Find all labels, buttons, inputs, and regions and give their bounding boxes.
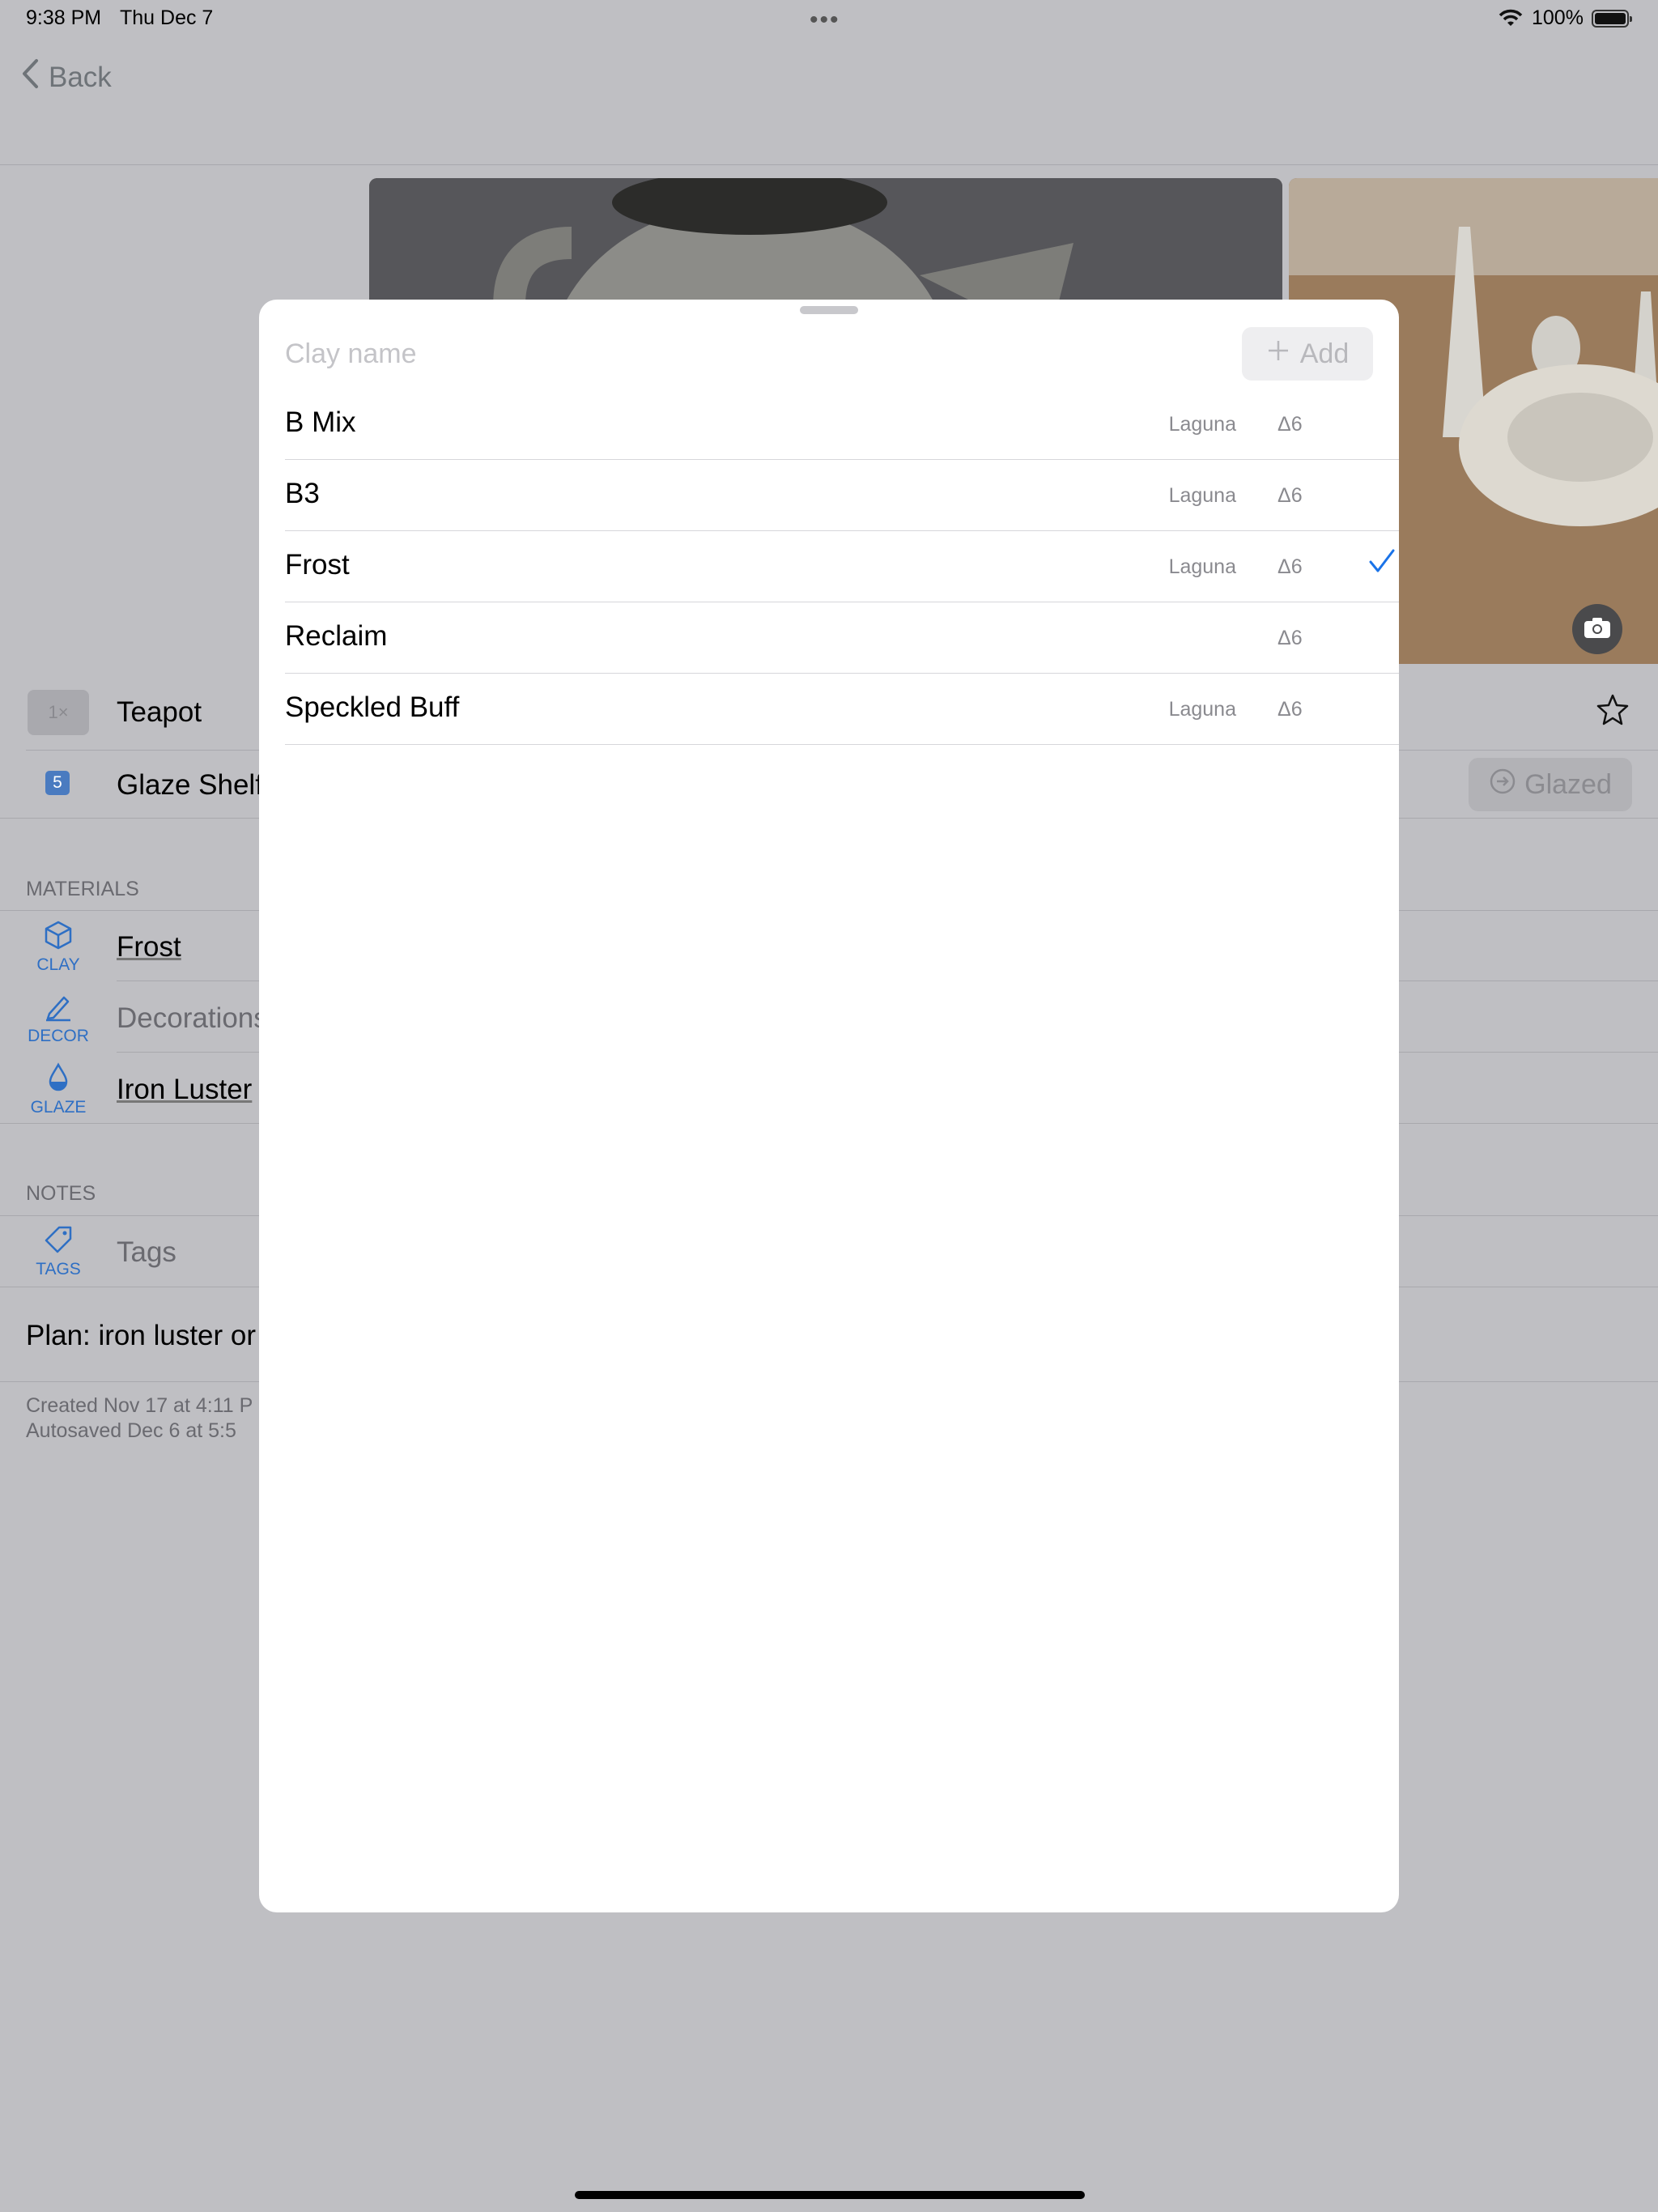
back-button[interactable]: Back [21,58,112,96]
decorations-value[interactable]: Decorations [117,1002,268,1035]
checkmark-icon [1368,547,1396,579]
clay-item-name: Reclaim [285,620,388,652]
glaze-icon-label: GLAZE [30,1098,87,1117]
piece-title[interactable]: Teapot [117,696,202,729]
pencil-icon [24,991,92,1022]
camera-button[interactable] [1572,604,1622,654]
clay-icon-label: CLAY [36,955,80,974]
glazed-label: Glazed [1524,768,1612,800]
multitasking-dots[interactable]: ••• [810,6,840,34]
status-bar: 9:38 PM Thu Dec 7 ••• 100% [0,0,1658,39]
clay-item-name: Frost [285,549,350,581]
clay-list-item-selected[interactable]: Frost Laguna Δ6 [285,531,1399,602]
glazed-status-button[interactable]: Glazed [1469,758,1632,811]
sheet-grabber[interactable] [800,306,858,314]
tags-icon-cell: TAGS [24,1224,92,1279]
decor-icon-cell: DECOR [24,991,92,1046]
glaze-icon-cell: GLAZE [24,1062,92,1117]
autosaved-timestamp: Autosaved Dec 6 at 5:5 [26,1419,236,1442]
notes-text[interactable]: Plan: iron luster or S [26,1320,283,1352]
clay-list-item[interactable]: Reclaim Δ6 [285,602,1399,674]
clay-item-cone: Δ6 [1278,484,1303,507]
clay-item-name: B Mix [285,406,356,438]
star-icon[interactable] [1596,693,1629,730]
battery-icon [1592,10,1632,28]
divider [285,744,1399,745]
materials-section-label: MATERIALS [26,878,139,900]
wifi-icon [1498,8,1524,33]
clay-item-cone: Δ6 [1278,413,1303,436]
decor-icon-label: DECOR [28,1027,89,1045]
add-label: Add [1299,338,1350,369]
tag-icon [24,1224,92,1255]
clay-item-cone: Δ6 [1278,698,1303,721]
glaze-value[interactable]: Iron Luster [117,1074,252,1106]
clay-item-name: B3 [285,478,320,509]
chevron-left-icon [21,58,39,96]
clay-item-brand: Laguna [1168,555,1236,578]
created-timestamp: Created Nov 17 at 4:11 P [26,1394,253,1417]
clay-list-item[interactable]: B Mix Laguna Δ6 [285,389,1399,460]
status-date: Thu Dec 7 [120,6,214,29]
clay-item-brand: Laguna [1168,413,1236,436]
clay-icon-cell: CLAY [24,920,92,975]
tags-field[interactable]: Tags [117,1236,176,1269]
clay-picker-sheet: Add B Mix Laguna Δ6 B3 Laguna Δ6 Frost L… [259,300,1399,1912]
clay-list-item[interactable]: Speckled Buff Laguna Δ6 [285,674,1399,745]
clay-value[interactable]: Frost [117,931,181,963]
plus-icon [1266,338,1290,370]
clay-name-input[interactable] [285,338,1095,370]
notes-section-label: NOTES [26,1182,96,1205]
add-clay-button[interactable]: Add [1242,327,1373,381]
clay-item-cone: Δ6 [1278,627,1303,649]
status-time: 9:38 PM [26,6,102,29]
clay-item-brand: Laguna [1168,484,1236,507]
back-label: Back [49,61,112,93]
location-label[interactable]: Glaze Shelf [117,769,263,802]
clay-item-cone: Δ6 [1278,555,1303,578]
home-indicator[interactable] [575,2191,1085,2199]
camera-icon [1584,616,1611,643]
clay-item-brand: Laguna [1168,698,1236,721]
tags-icon-label: TAGS [36,1260,81,1278]
navigation-bar: Back [0,39,1658,165]
location-badge: 5 [45,771,70,795]
arrow-circle-icon [1489,768,1516,802]
clay-item-name: Speckled Buff [285,691,460,723]
cube-icon [24,920,92,951]
clay-list-item[interactable]: B3 Laguna Δ6 [285,460,1399,531]
battery-percent: 100% [1532,6,1584,29]
quantity-badge[interactable]: 1× [28,690,89,735]
drop-icon [24,1062,92,1093]
